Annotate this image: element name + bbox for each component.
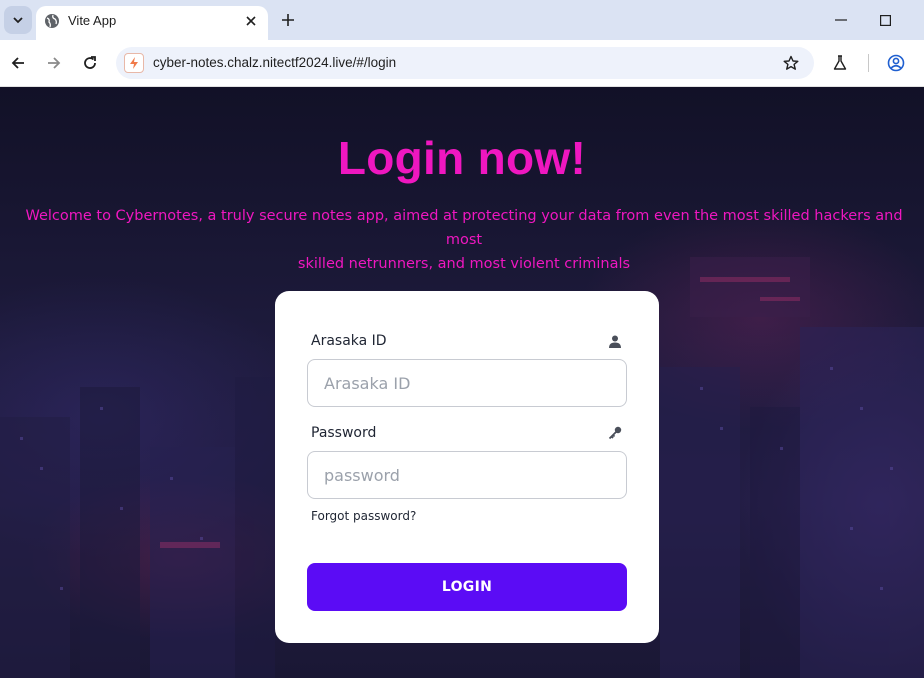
login-card: Arasaka ID Password Forgot password? LOG… (275, 291, 659, 643)
reload-button[interactable] (79, 52, 101, 74)
bookmark-button[interactable] (782, 54, 800, 72)
tab-close-button[interactable] (242, 12, 260, 30)
star-icon (783, 55, 799, 70)
browser-tab[interactable]: Vite App (36, 6, 268, 40)
arrow-right-icon (48, 57, 61, 69)
plus-icon (282, 14, 294, 26)
page-subtitle: Welcome to Cybernotes, a truly secure no… (14, 204, 914, 276)
reload-icon (84, 56, 96, 69)
close-icon (246, 16, 256, 26)
flask-icon (833, 55, 847, 70)
login-button[interactable]: LOGIN (307, 563, 627, 611)
vite-logo-icon (130, 57, 138, 69)
back-button[interactable] (7, 52, 29, 74)
arasaka-id-label: Arasaka ID (311, 333, 387, 349)
labs-button[interactable] (830, 53, 850, 73)
chevron-down-icon (13, 17, 23, 24)
user-icon (607, 333, 623, 349)
minimize-icon (835, 19, 847, 21)
new-tab-button[interactable] (278, 10, 298, 30)
minimize-button[interactable] (832, 12, 850, 28)
subtitle-line-2: skilled netrunners, and most violent cri… (297, 256, 631, 272)
arrow-left-icon (11, 57, 24, 69)
tab-search-button[interactable] (4, 6, 32, 34)
browser-toolbar: cyber-notes.chalz.nitectf2024.live/#/log… (0, 40, 924, 87)
url-text: cyber-notes.chalz.nitectf2024.live/#/log… (153, 55, 397, 70)
forward-button[interactable] (43, 52, 65, 74)
password-input[interactable] (307, 451, 627, 499)
account-icon (887, 54, 905, 72)
tab-strip: Vite App (0, 0, 924, 40)
globe-icon (45, 14, 59, 28)
maximize-button[interactable] (876, 12, 894, 28)
profile-button[interactable] (886, 53, 906, 73)
maximize-icon (879, 14, 891, 26)
subtitle-line-1: Welcome to Cybernotes, a truly secure no… (25, 208, 903, 248)
toolbar-divider (868, 54, 869, 72)
tab-title: Vite App (68, 13, 117, 28)
key-icon (607, 425, 623, 441)
arasaka-id-input[interactable] (307, 359, 627, 407)
site-info-icon[interactable] (124, 53, 144, 73)
login-page: Login now! Welcome to Cybernotes, a trul… (0, 87, 924, 678)
address-bar[interactable]: cyber-notes.chalz.nitectf2024.live/#/log… (116, 47, 814, 79)
password-label: Password (311, 425, 377, 441)
forgot-password-link[interactable]: Forgot password? (311, 509, 416, 523)
page-title: Login now! (337, 132, 587, 184)
